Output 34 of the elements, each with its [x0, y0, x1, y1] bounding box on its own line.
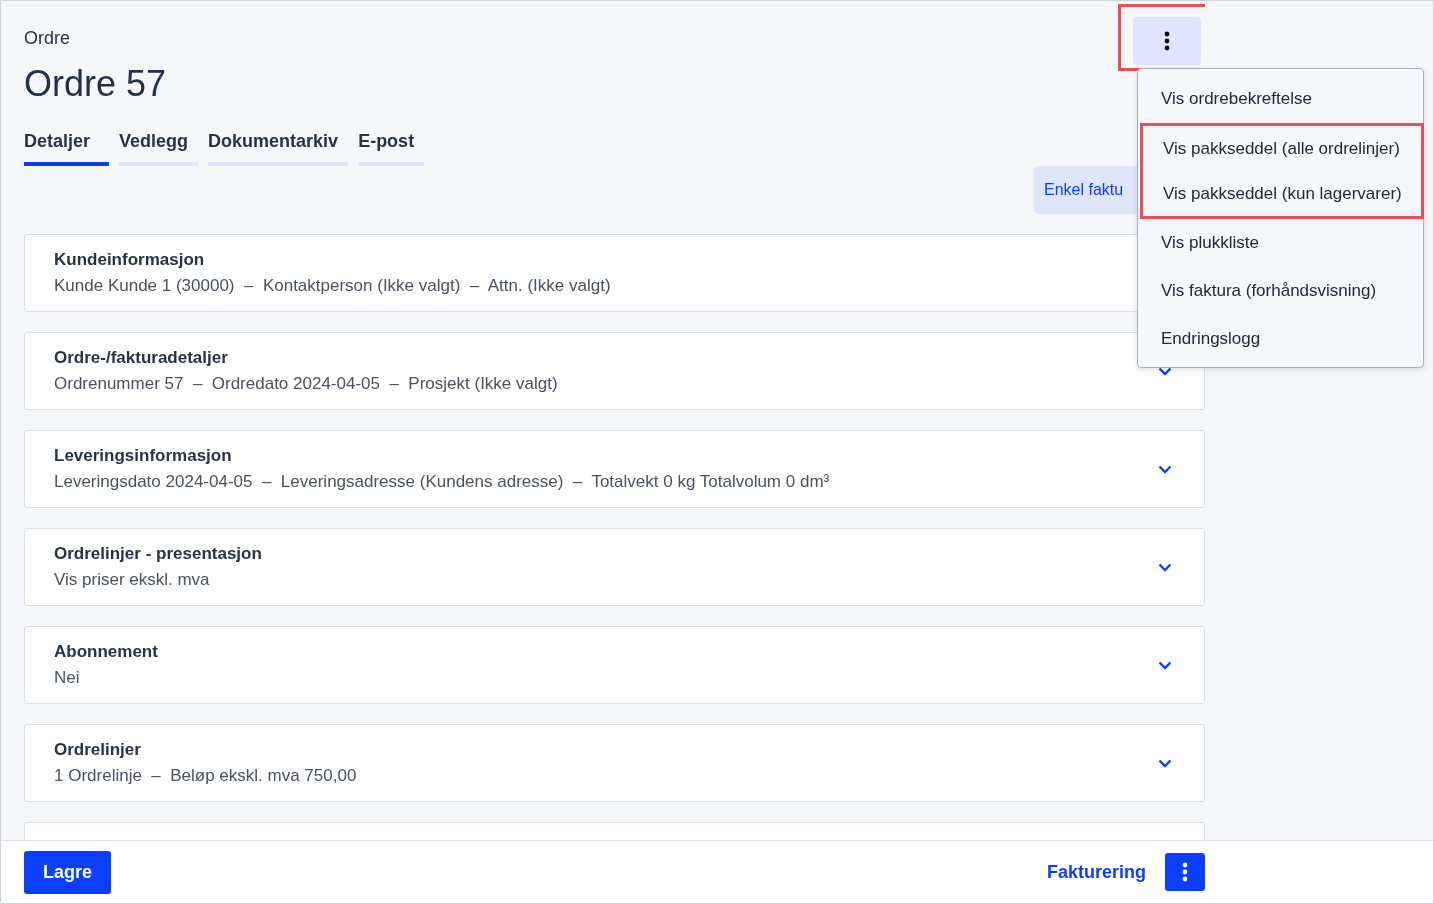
section-title: Ordrelinjer — [54, 740, 142, 760]
more-icon — [1182, 862, 1188, 882]
tab[interactable]: Vedlegg — [119, 131, 199, 166]
section-title: Leveringsinformasjon — [54, 446, 233, 466]
chevron-down-icon[interactable] — [1158, 758, 1172, 768]
chevron-down-icon[interactable] — [1158, 562, 1172, 572]
chevron-down-icon[interactable] — [1158, 660, 1172, 670]
section-title: Ordrelinjer - presentasjon — [54, 544, 262, 564]
menu-item[interactable]: Vis plukkliste — [1138, 219, 1424, 267]
menu-item[interactable]: Endringslogg — [1138, 315, 1424, 363]
section-summary: Nei — [54, 668, 81, 688]
invoicing-link[interactable]: Fakturering — [1046, 861, 1146, 883]
section-summary: Vis priser ekskl. mva — [54, 570, 211, 590]
breadcrumb[interactable]: Ordre — [24, 28, 167, 49]
more-button[interactable] — [1165, 853, 1205, 891]
chevron-down-icon[interactable] — [1158, 464, 1172, 474]
section-title: Kundeinformasjon — [54, 250, 206, 270]
menu-item[interactable]: Vis pakkseddel (alle ordrelinjer) — [1140, 123, 1424, 171]
menu-item[interactable]: Vis faktura (forhåndsvisning) — [1138, 267, 1424, 315]
menu-item[interactable]: Vis pakkseddel (kun lagervarer) — [1140, 171, 1424, 219]
section-summary: Leveringsdato 2024-04-05 – Leveringsadresse (Kundens adresse) – Totalvekt 0 kg Totalvolum 0 dm³ — [54, 472, 830, 492]
more-icon — [1164, 31, 1170, 51]
section-title: Ordre-/fakturadetaljer — [54, 348, 229, 368]
save-button[interactable]: Lagre — [24, 850, 112, 894]
section-title: Abonnement — [54, 642, 158, 662]
tab[interactable]: Detaljer — [24, 131, 110, 166]
page-title: Ordre 57 — [24, 63, 167, 105]
section-summary: 1 Ordrelinje – Beløp ekskl. mva 750,00 — [54, 766, 357, 786]
chevron-down-icon[interactable] — [1158, 366, 1172, 376]
tab[interactable]: Dokumentarkiv — [208, 131, 349, 166]
section-summary: Ordrenummer 57 – Ordredato 2024-04-05 – Prosjekt (Ikke valgt) — [54, 374, 558, 394]
section-summary: Kunde Kunde 1 (30000) – Kontaktperson (Ikke valgt) – Attn. (Ikke valgt) — [54, 276, 611, 296]
menu-item[interactable]: Vis ordrebekreftelse — [1138, 75, 1424, 123]
tab[interactable]: E-post — [358, 131, 425, 166]
